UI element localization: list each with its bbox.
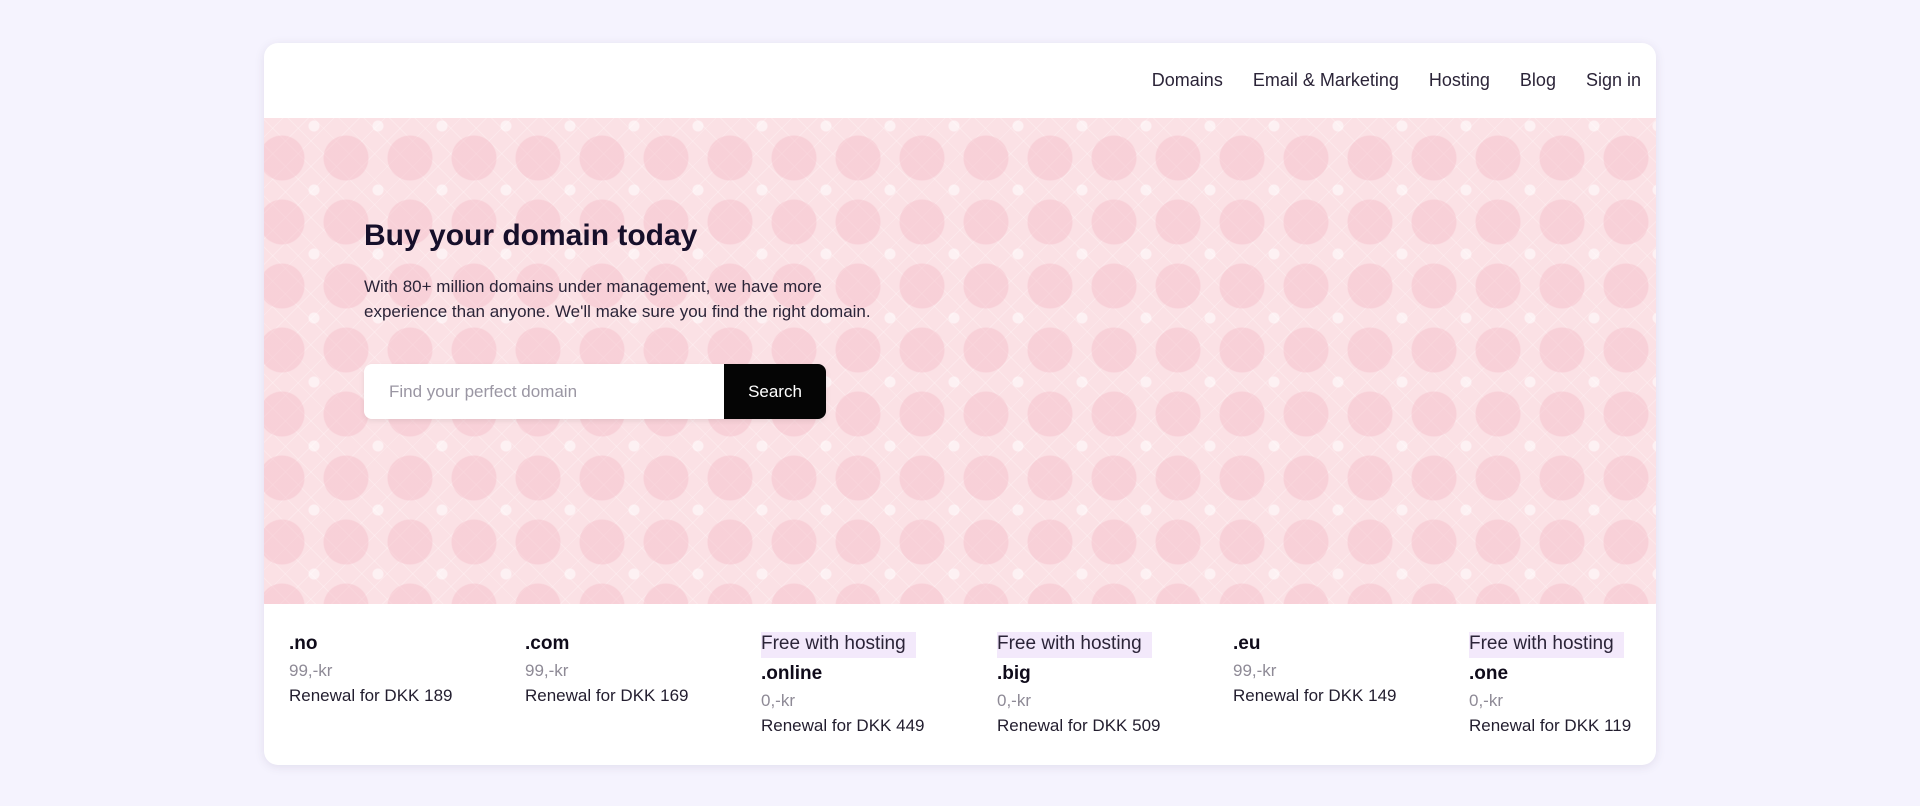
tld-name: .com (525, 633, 570, 654)
hero-content: Buy your domain today With 80+ million d… (364, 218, 924, 419)
tld-item-no[interactable]: .no 99,-kr Renewal for DKK 189 (289, 632, 525, 737)
hero-section: Buy your domain today With 80+ million d… (264, 118, 1656, 604)
tld-price: 99,-kr (289, 661, 333, 680)
tld-price: 0,-kr (761, 691, 795, 710)
tld-name: .eu (1233, 633, 1261, 654)
main-card: Domains Email & Marketing Hosting Blog S… (264, 43, 1656, 765)
tld-price: 99,-kr (525, 661, 569, 680)
tld-name: .one (1469, 663, 1509, 684)
tld-price: 0,-kr (997, 691, 1031, 710)
page-title: Buy your domain today (364, 219, 698, 252)
domain-search: Search (364, 364, 826, 419)
nav-blog[interactable]: Blog (1520, 70, 1556, 91)
tld-item-online[interactable]: Free with hosting .online 0,-kr Renewal … (761, 632, 997, 737)
tld-renewal: Renewal for DKK 169 (525, 686, 689, 705)
search-button[interactable]: Search (724, 364, 826, 419)
tld-name: .online (761, 663, 823, 684)
tld-item-one[interactable]: Free with hosting .one 0,-kr Renewal for… (1469, 632, 1656, 737)
tld-renewal: Renewal for DKK 449 (761, 716, 925, 735)
tld-price: 0,-kr (1469, 691, 1503, 710)
domain-search-input[interactable] (364, 364, 724, 419)
hero-subtitle: With 80+ million domains under managemen… (364, 277, 871, 321)
nav-sign-in[interactable]: Sign in (1586, 70, 1641, 91)
tld-item-eu[interactable]: .eu 99,-kr Renewal for DKK 149 (1233, 632, 1469, 737)
free-with-hosting-badge: Free with hosting (997, 632, 1152, 658)
free-with-hosting-badge: Free with hosting (761, 632, 916, 658)
tld-renewal: Renewal for DKK 149 (1233, 686, 1397, 705)
nav-email-marketing[interactable]: Email & Marketing (1253, 70, 1399, 91)
tld-name: .big (997, 663, 1031, 684)
nav-hosting[interactable]: Hosting (1429, 70, 1490, 91)
tld-price: 99,-kr (1233, 661, 1277, 680)
tld-renewal: Renewal for DKK 119 (1469, 716, 1632, 735)
tld-item-com[interactable]: .com 99,-kr Renewal for DKK 169 (525, 632, 761, 737)
tld-name: .no (289, 633, 318, 654)
free-with-hosting-badge: Free with hosting (1469, 632, 1624, 658)
tld-list: .no 99,-kr Renewal for DKK 189 .com 99,-… (264, 604, 1656, 737)
tld-item-big[interactable]: Free with hosting .big 0,-kr Renewal for… (997, 632, 1233, 737)
top-navigation: Domains Email & Marketing Hosting Blog S… (264, 43, 1656, 118)
tld-renewal: Renewal for DKK 189 (289, 686, 453, 705)
tld-renewal: Renewal for DKK 509 (997, 716, 1161, 735)
nav-domains[interactable]: Domains (1152, 70, 1223, 91)
